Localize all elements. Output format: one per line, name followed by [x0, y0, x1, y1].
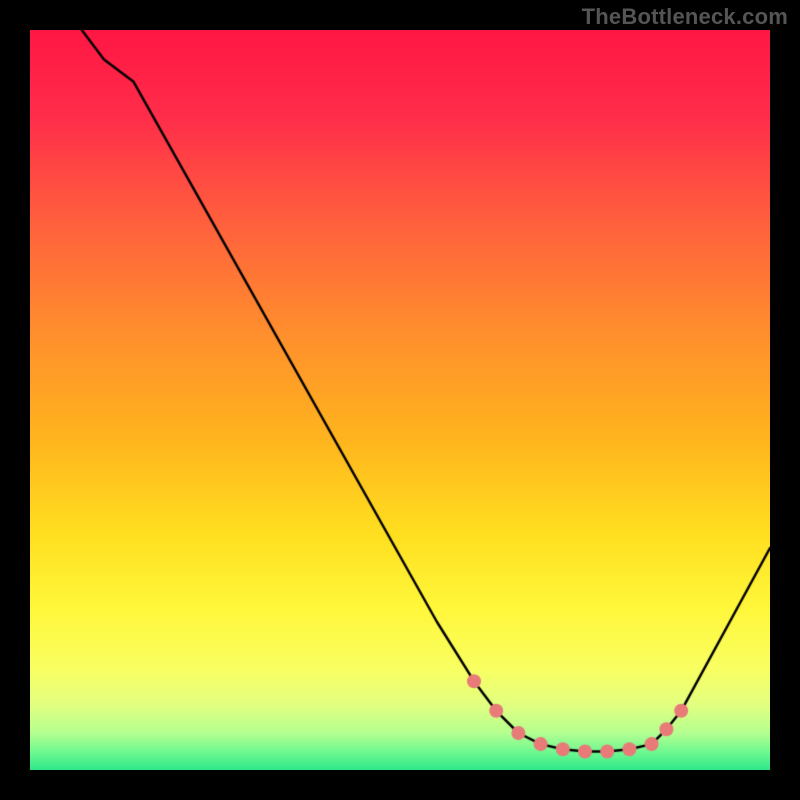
chart-frame: TheBottleneck.com [0, 0, 800, 800]
watermark-text: TheBottleneck.com [582, 4, 788, 30]
curve-layer [30, 30, 770, 770]
plot-area [30, 30, 770, 770]
